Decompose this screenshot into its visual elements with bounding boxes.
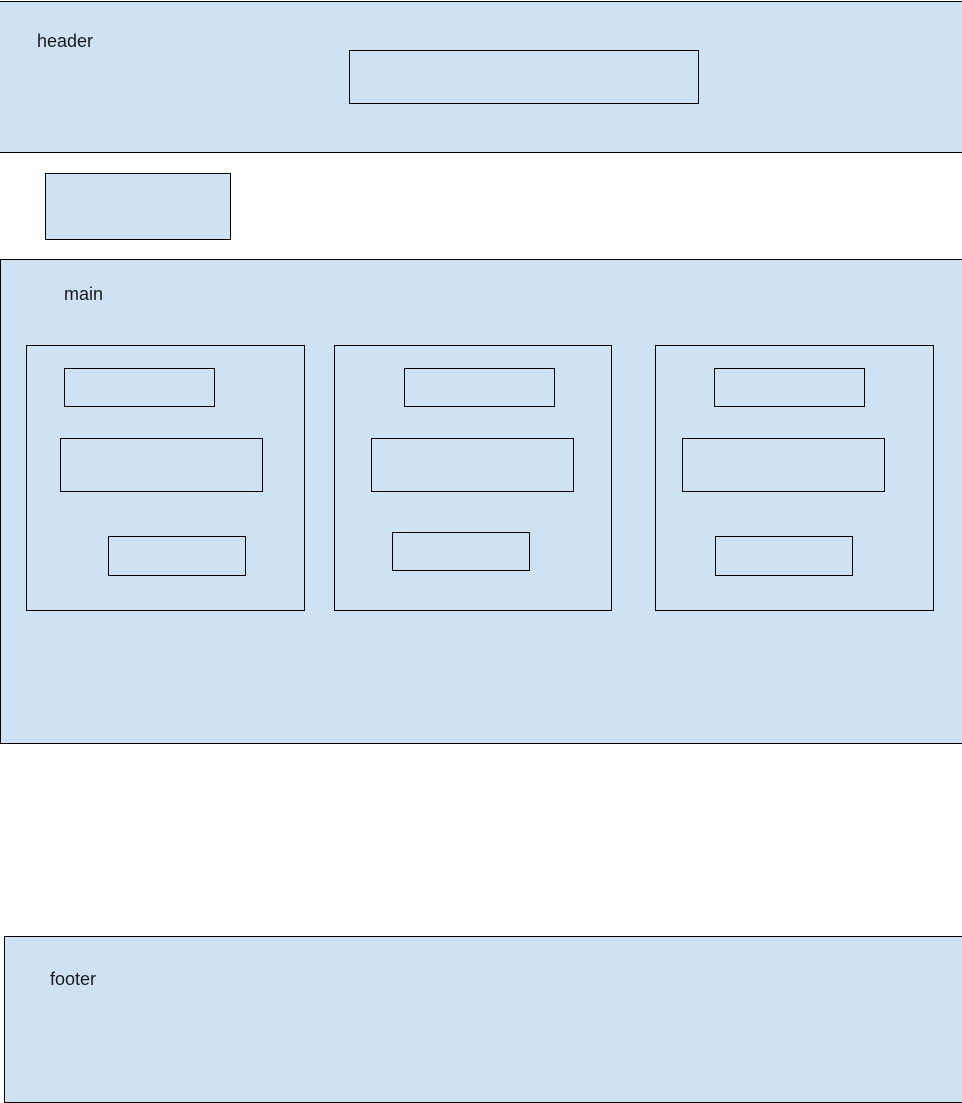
header-region: header [0, 1, 962, 153]
card-3-middle-box [682, 438, 885, 492]
main-label: main [64, 284, 104, 304]
card-2-middle-box [371, 438, 574, 492]
card-3-bottom-box [715, 536, 853, 576]
footer-region: footer [4, 936, 962, 1103]
card-2-top-box [404, 368, 555, 407]
card-1-top-box [64, 368, 215, 407]
header-label: header [37, 31, 94, 51]
main-card-3 [655, 345, 934, 611]
subheader-box [45, 173, 231, 240]
main-region: main [0, 259, 962, 744]
card-3-top-box [714, 368, 865, 407]
header-center-box [349, 50, 699, 104]
card-2-bottom-box [392, 532, 530, 571]
card-1-middle-box [60, 438, 263, 492]
main-card-2 [334, 345, 612, 611]
main-card-1 [26, 345, 305, 611]
card-1-bottom-box [108, 536, 246, 576]
footer-label: footer [50, 969, 97, 989]
